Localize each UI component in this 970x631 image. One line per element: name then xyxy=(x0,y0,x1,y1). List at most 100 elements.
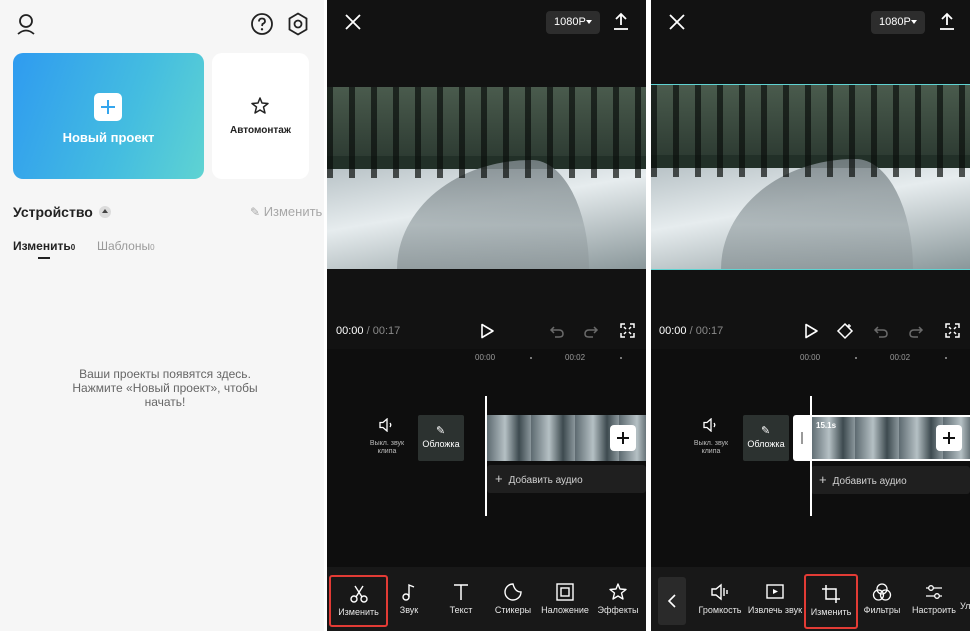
tool-stickers-label: Стикеры xyxy=(494,605,532,615)
ruler-dot xyxy=(530,357,532,359)
time-separator: / xyxy=(686,325,696,337)
undo-icon[interactable] xyxy=(873,324,889,338)
resolution-select[interactable]: 1080P xyxy=(546,11,600,34)
tool-adjust[interactable]: Настроить xyxy=(909,582,959,615)
help-icon[interactable] xyxy=(250,12,274,36)
add-audio-button[interactable]: + Добавить аудио xyxy=(811,466,970,494)
automontage-label: Автомонтаж xyxy=(230,125,291,136)
empty-line-3: начать! xyxy=(144,395,186,409)
tool-text-label: Текст xyxy=(449,605,473,615)
resolution-value: 1080P xyxy=(554,16,586,28)
new-project-label: Новый проект xyxy=(62,130,155,145)
collapse-toggle-icon[interactable] xyxy=(99,206,111,218)
redo-icon[interactable] xyxy=(908,324,924,338)
pencil-icon: ✎ xyxy=(761,425,771,437)
time-separator: / xyxy=(363,325,373,337)
cover-label: Обложка xyxy=(747,439,785,449)
music-note-icon xyxy=(399,582,419,602)
tool-edit-label: Изменить xyxy=(810,607,852,617)
speaker-icon[interactable] xyxy=(379,418,395,432)
active-tab-indicator xyxy=(38,257,50,259)
tool-volume[interactable]: Громкость xyxy=(693,582,747,615)
profile-icon[interactable] xyxy=(14,12,38,36)
tool-effects[interactable]: Эффекты xyxy=(595,582,641,615)
editor-panel-clip-selected: 1080P 00:00 / 00:17 00:00 00:02 Выкл. зв… xyxy=(651,0,970,631)
clip-duration: 15.1s xyxy=(816,421,837,430)
ruler-label-0: 00:00 xyxy=(800,353,821,362)
ruler-dot xyxy=(945,357,947,359)
tool-extract-audio-label: Извлечь звук xyxy=(747,605,803,615)
tab-templates-label: Шаблоны xyxy=(97,239,151,253)
project-home-panel: Новый проект Автомонтаж Устройство ✎ Изм… xyxy=(0,0,324,631)
video-preview[interactable] xyxy=(327,87,646,269)
mute-line-1: Выкл. звук xyxy=(369,440,405,447)
cover-button[interactable]: ✎ Обложка xyxy=(743,415,789,461)
cover-label: Обложка xyxy=(422,439,460,449)
automontage-button[interactable]: Автомонтаж xyxy=(212,53,309,179)
sticker-icon xyxy=(503,582,523,602)
export-icon[interactable] xyxy=(939,12,955,30)
playback-time: 00:00 / 00:17 xyxy=(659,325,723,337)
tool-extract-audio[interactable]: Извлечь звук xyxy=(747,582,803,615)
speaker-icon[interactable] xyxy=(703,418,719,432)
mute-line-1: Выкл. звук xyxy=(693,440,729,447)
new-project-button[interactable]: Новый проект xyxy=(13,53,204,179)
fullscreen-icon[interactable] xyxy=(945,323,960,338)
resolution-select[interactable]: 1080P xyxy=(871,11,925,34)
undo-icon[interactable] xyxy=(549,324,565,338)
add-clip-button[interactable] xyxy=(610,425,636,451)
export-icon[interactable] xyxy=(613,12,629,30)
mute-line-2: клипа xyxy=(377,448,397,455)
cover-button[interactable]: ✎ Обложка xyxy=(418,415,464,461)
time-total: 00:17 xyxy=(695,325,724,337)
tool-sound[interactable]: Звук xyxy=(390,582,428,615)
tool-filters[interactable]: Фильтры xyxy=(859,582,905,615)
text-icon xyxy=(451,582,471,602)
plus-icon: + xyxy=(495,471,503,486)
tool-text[interactable]: Текст xyxy=(441,582,481,615)
redo-icon[interactable] xyxy=(583,324,599,338)
time-current: 00:00 xyxy=(659,325,687,337)
tool-edit-label: Изменить xyxy=(338,607,379,617)
sparkle-star-icon xyxy=(250,96,270,116)
close-icon[interactable] xyxy=(668,13,686,31)
tool-volume-label: Громкость xyxy=(698,605,742,615)
tab-edit-count: 0 xyxy=(70,243,76,252)
edit-link-label: Изменить xyxy=(263,204,323,219)
tab-edit[interactable]: Изменить0 xyxy=(13,239,75,253)
fullscreen-icon[interactable] xyxy=(620,323,635,338)
ruler-dot xyxy=(855,357,857,359)
tool-stickers[interactable]: Стикеры xyxy=(491,582,535,615)
tool-overlay[interactable]: Наложение xyxy=(539,582,591,615)
mute-clip-label: Выкл. звук клипа xyxy=(365,440,409,456)
tool-edit[interactable]: Изменить xyxy=(329,575,388,627)
settings-gear-icon[interactable] xyxy=(286,12,310,36)
add-audio-label: Добавить аудио xyxy=(832,476,907,487)
editor-panel: 1080P 00:00 / 00:17 00:00 00:02 Выкл. зв… xyxy=(327,0,646,631)
tool-filters-label: Фильтры xyxy=(863,605,901,615)
play-icon[interactable] xyxy=(479,323,495,339)
edit-projects-link[interactable]: ✎ Изменить xyxy=(250,204,322,219)
toolbar-back-button[interactable] xyxy=(658,577,686,625)
clip-trim-handle-left[interactable] xyxy=(793,415,811,461)
keyframe-icon[interactable] xyxy=(836,322,854,340)
video-preview[interactable] xyxy=(651,84,970,270)
effects-star-icon xyxy=(608,582,628,602)
tool-overlay-label: Наложение xyxy=(541,605,589,615)
tab-templates[interactable]: Шаблоны0 xyxy=(97,239,155,253)
tool-more-partial[interactable]: Ул xyxy=(960,601,970,611)
playhead[interactable] xyxy=(485,396,487,516)
pencil-icon: ✎ xyxy=(250,205,261,219)
add-audio-button[interactable]: + Добавить аудио xyxy=(487,465,646,493)
playhead[interactable] xyxy=(810,396,812,516)
empty-line-1: Ваши проекты появятся здесь. xyxy=(79,367,251,381)
volume-icon xyxy=(710,582,730,602)
add-clip-button[interactable] xyxy=(936,425,962,451)
tool-edit[interactable]: Изменить xyxy=(804,574,858,629)
extract-audio-icon xyxy=(765,582,785,602)
play-icon[interactable] xyxy=(803,323,819,339)
close-icon[interactable] xyxy=(344,13,362,31)
tool-effects-label: Эффекты xyxy=(597,605,639,615)
filters-icon xyxy=(872,582,892,602)
crop-icon xyxy=(821,584,841,604)
